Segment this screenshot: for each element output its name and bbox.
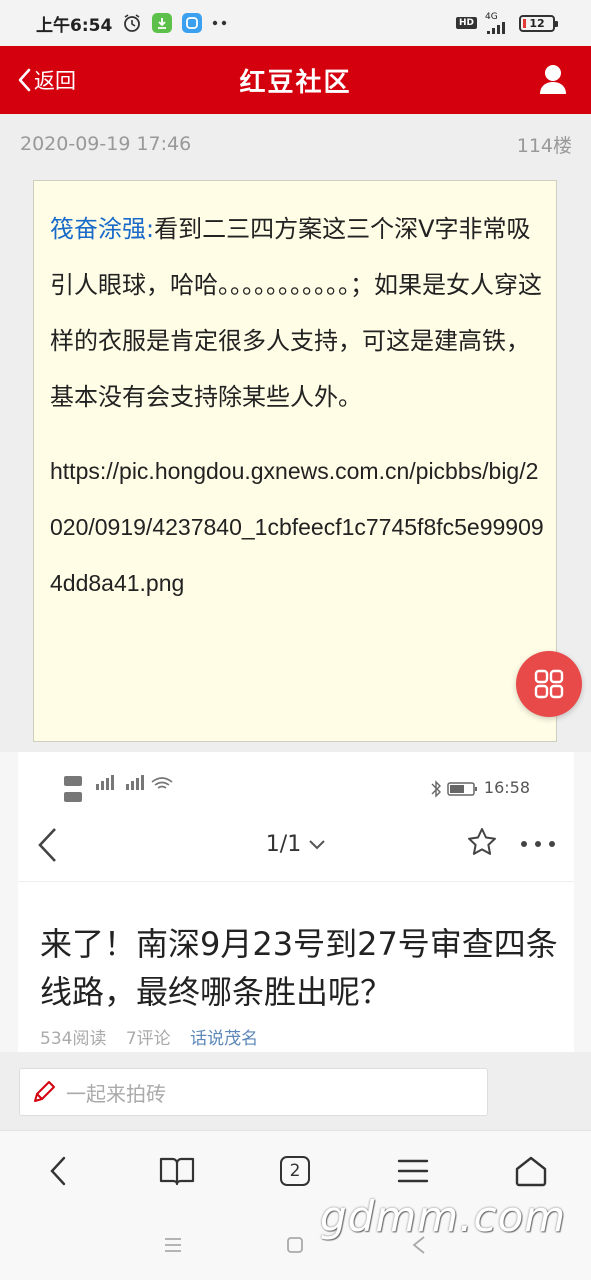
- battery-level: 12: [529, 16, 545, 30]
- embedded-battery-icon: [431, 780, 477, 798]
- network-type: 4G: [485, 11, 498, 22]
- embedded-time: 16:58: [483, 778, 530, 797]
- page: 上午6:54 HD 4G 12 返回 红豆社区 2020-09-19 17:46…: [0, 0, 591, 1280]
- grid-icon: [534, 669, 564, 699]
- embedded-nav-bar: 1/1: [18, 810, 574, 882]
- embedded-page-text: 1/1: [265, 832, 302, 857]
- embedded-signal-icon: [64, 775, 173, 802]
- embedded-screenshot[interactable]: 16:58 1/1 来了！南深9月23号到27号审查四条线路，最终哪条胜出呢？ …: [0, 752, 591, 1052]
- square-icon: [287, 1237, 303, 1253]
- comment-placeholder: 一起来拍砖: [66, 1081, 166, 1106]
- recent-apps-button[interactable]: [158, 1232, 188, 1258]
- tabs-button[interactable]: 2: [271, 1149, 319, 1193]
- embedded-author: 话说茂名: [190, 1029, 259, 1049]
- embedded-status-bar: 16:58: [18, 770, 574, 810]
- chevron-left-icon: [50, 1156, 66, 1186]
- status-bar: 上午6:54 HD 4G 12: [0, 0, 591, 46]
- hamburger-icon: [397, 1159, 429, 1183]
- more-notifications-icon: [212, 20, 228, 26]
- embedded-reads: 534阅读: [40, 1029, 107, 1049]
- system-home-button[interactable]: [280, 1232, 310, 1258]
- comment-bar: 一起来拍砖: [0, 1052, 591, 1130]
- comment-input[interactable]: 一起来拍砖: [19, 1068, 488, 1116]
- embedded-more-icon: [521, 841, 555, 847]
- tab-count: 2: [280, 1156, 310, 1186]
- download-app-icon: [152, 13, 173, 33]
- post-floor: 114楼: [516, 134, 572, 157]
- chevron-left-icon: [18, 68, 31, 92]
- alarm-icon: [122, 13, 142, 33]
- post-date: 2020-09-19 17:46: [20, 133, 192, 155]
- home-icon: [515, 1156, 547, 1187]
- battery-icon: 12: [519, 14, 558, 32]
- post-text: 看到二三四方案这三个深V字非常吸引人眼球，哈哈。。。。。。。。。。。；如果是女人…: [50, 215, 542, 411]
- app-notification-icon: [182, 13, 203, 33]
- embedded-star-icon: [468, 828, 496, 855]
- back-button[interactable]: 返回: [16, 46, 76, 114]
- watermark: gdmm.com: [320, 1192, 567, 1241]
- embedded-screenshot-inner: 16:58 1/1 来了！南深9月23号到27号审查四条线路，最终哪条胜出呢？ …: [18, 752, 574, 1052]
- menu-button[interactable]: [389, 1149, 437, 1193]
- embedded-headline: 来了！南深9月23号到27号审查四条线路，最终哪条胜出呢？: [40, 925, 558, 1011]
- post-content: 筏奋涂强:看到二三四方案这三个深V字非常吸引人眼球，哈哈。。。。。。。。。。。；…: [33, 180, 557, 742]
- hd-icon: HD: [455, 17, 477, 29]
- home-button[interactable]: [507, 1149, 555, 1193]
- menu-lines-icon: [165, 1238, 181, 1252]
- page-title: 红豆社区: [239, 67, 352, 98]
- pencil-icon: [34, 1081, 55, 1102]
- signal-icon: 4G: [485, 11, 511, 34]
- post-body: 筏奋涂强:看到二三四方案这三个深V字非常吸引人眼球，哈哈。。。。。。。。。。。；…: [50, 201, 544, 425]
- embedded-stats: 534阅读 7评论 话说茂名: [40, 1024, 258, 1049]
- user-icon: [540, 65, 566, 94]
- post-meta: 2020-09-19 17:46 114楼: [0, 114, 591, 174]
- embedded-comments: 7评论: [125, 1029, 171, 1049]
- bookmarks-button[interactable]: [153, 1149, 201, 1193]
- back-label: 返回: [34, 69, 76, 93]
- post-author[interactable]: 筏奋涂强:: [50, 215, 154, 243]
- status-time: 上午6:54: [36, 15, 113, 36]
- grid-menu-button[interactable]: [516, 651, 582, 717]
- post-link[interactable]: https://pic.hongdou.gxnews.com.cn/picbbs…: [50, 443, 544, 611]
- user-profile-button[interactable]: [533, 60, 573, 100]
- app-header: 返回 红豆社区: [0, 46, 591, 114]
- browser-back-button[interactable]: [34, 1149, 82, 1193]
- embedded-chevron-down-icon: [309, 840, 325, 850]
- book-icon: [159, 1157, 195, 1186]
